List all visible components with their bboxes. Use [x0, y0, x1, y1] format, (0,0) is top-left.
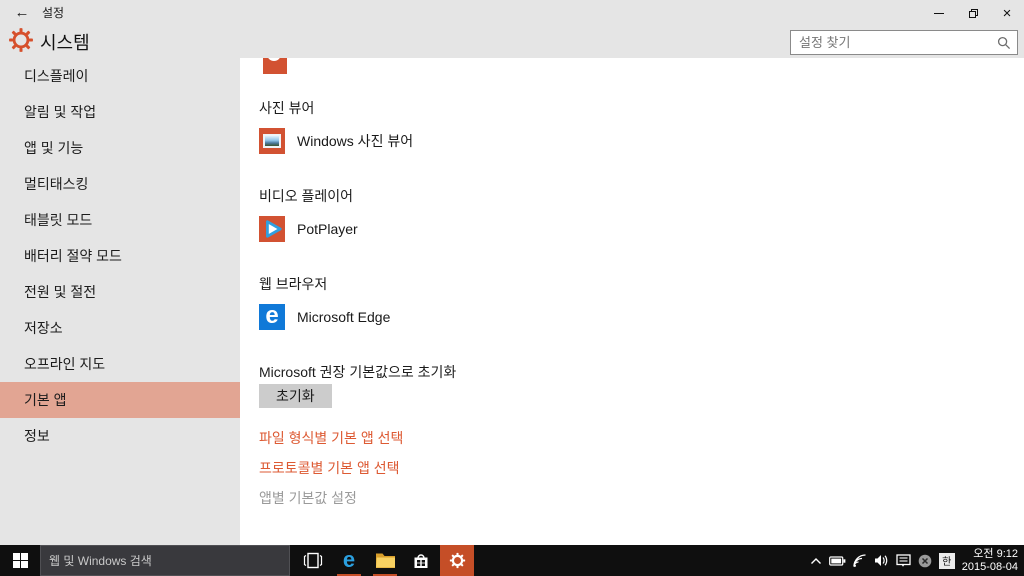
window-controls: ×: [922, 0, 1024, 26]
sidebar-item-tablet-mode[interactable]: 태블릿 모드: [0, 202, 240, 238]
edge-icon: e: [259, 304, 285, 330]
restore-icon: [969, 9, 978, 18]
sidebar: 디스플레이 알림 및 작업 앱 및 기능 멀티태스킹 태블릿 모드 배터리 절약…: [0, 58, 240, 545]
video-player-app-label: PotPlayer: [297, 221, 358, 237]
default-apps-panel: 사진 뷰어 Windows 사진 뷰어 비디오 플레이어 PotPlayer 웹…: [240, 58, 1024, 545]
choose-defaults-by-filetype-link[interactable]: 파일 형식별 기본 앱 선택: [259, 428, 403, 448]
choose-defaults-by-protocol-link[interactable]: 프로토콜별 기본 앱 선택: [259, 458, 399, 478]
settings-search-input[interactable]: [791, 31, 1017, 54]
file-explorer-button[interactable]: [368, 545, 402, 576]
sidebar-item-default-apps[interactable]: 기본 앱: [0, 382, 240, 418]
settings-taskbar-button[interactable]: [440, 545, 474, 576]
reset-description: Microsoft 권장 기본값으로 초기화: [259, 362, 456, 382]
section-web-browser: 웹 브라우저: [259, 274, 327, 294]
close-button[interactable]: ×: [990, 0, 1024, 26]
windows-start-icon: [13, 553, 28, 568]
settings-search-box: [790, 30, 1018, 55]
page-header: 시스템: [0, 26, 1024, 58]
task-view-icon: [303, 552, 323, 569]
taskbar: e: [0, 545, 1024, 576]
minimize-icon: [934, 13, 944, 14]
photo-viewer-app-label: Windows 사진 뷰어: [297, 131, 413, 151]
minimize-button[interactable]: [922, 0, 956, 26]
taskbar-clock[interactable]: 오전 9:12 2015-08-04: [962, 548, 1018, 574]
battery-icon[interactable]: [829, 555, 846, 567]
set-defaults-by-app-link[interactable]: 앱별 기본값 설정: [259, 488, 357, 508]
titlebar: ← 설정 ×: [0, 0, 1024, 26]
window-title: 설정: [42, 0, 64, 26]
web-browser-app-label: Microsoft Edge: [297, 309, 390, 325]
section-photo-viewer: 사진 뷰어: [259, 98, 314, 118]
sidebar-item-offline-maps[interactable]: 오프라인 지도: [0, 346, 240, 382]
photo-viewer-app-row[interactable]: Windows 사진 뷰어: [259, 128, 413, 154]
ime-indicator[interactable]: 한: [939, 553, 955, 569]
taskbar-search-box: [40, 545, 290, 576]
settings-gear-icon: [449, 552, 466, 569]
back-arrow-icon: ←: [15, 4, 30, 21]
store-icon: [411, 551, 431, 571]
close-icon: ×: [1003, 6, 1012, 21]
page-title: 시스템: [40, 29, 90, 55]
potplayer-icon: [259, 216, 285, 242]
back-button[interactable]: ←: [10, 2, 34, 24]
sidebar-item-notifications[interactable]: 알림 및 작업: [0, 94, 240, 130]
gear-icon: [8, 27, 34, 58]
settings-window: ← 설정 ×: [0, 0, 1024, 576]
folder-icon: [375, 552, 396, 569]
search-icon[interactable]: [997, 36, 1011, 55]
system-tray: 한 오전 9:12 2015-08-04: [810, 545, 1024, 576]
status-circle-x-icon[interactable]: [918, 554, 932, 568]
sidebar-item-multitasking[interactable]: 멀티태스킹: [0, 166, 240, 202]
start-button[interactable]: [0, 545, 40, 576]
chevron-up-icon[interactable]: [810, 557, 822, 565]
sidebar-item-battery-saver[interactable]: 배터리 절약 모드: [0, 238, 240, 274]
photo-viewer-icon: [259, 128, 285, 154]
music-player-icon-partial[interactable]: [263, 58, 287, 74]
sidebar-item-storage[interactable]: 저장소: [0, 310, 240, 346]
action-center-icon[interactable]: [896, 554, 911, 568]
reset-button[interactable]: 초기화: [259, 384, 332, 408]
edge-taskbar-icon: e: [343, 549, 355, 573]
taskbar-search-input[interactable]: [41, 546, 289, 575]
store-button[interactable]: [404, 545, 438, 576]
task-view-button[interactable]: [296, 545, 330, 576]
wifi-icon[interactable]: [853, 554, 867, 567]
sidebar-item-apps-features[interactable]: 앱 및 기능: [0, 130, 240, 166]
clock-date: 2015-08-04: [962, 561, 1018, 574]
speaker-icon[interactable]: [874, 554, 889, 567]
sidebar-item-power-sleep[interactable]: 전원 및 절전: [0, 274, 240, 310]
restore-button[interactable]: [956, 0, 990, 26]
clock-time: 오전 9:12: [962, 548, 1018, 561]
sidebar-item-about[interactable]: 정보: [0, 418, 240, 454]
video-player-app-row[interactable]: PotPlayer: [259, 216, 358, 242]
taskbar-edge-button[interactable]: e: [332, 545, 366, 576]
sidebar-item-display[interactable]: 디스플레이: [0, 58, 240, 94]
web-browser-app-row[interactable]: e Microsoft Edge: [259, 304, 390, 330]
section-video-player: 비디오 플레이어: [259, 186, 353, 206]
